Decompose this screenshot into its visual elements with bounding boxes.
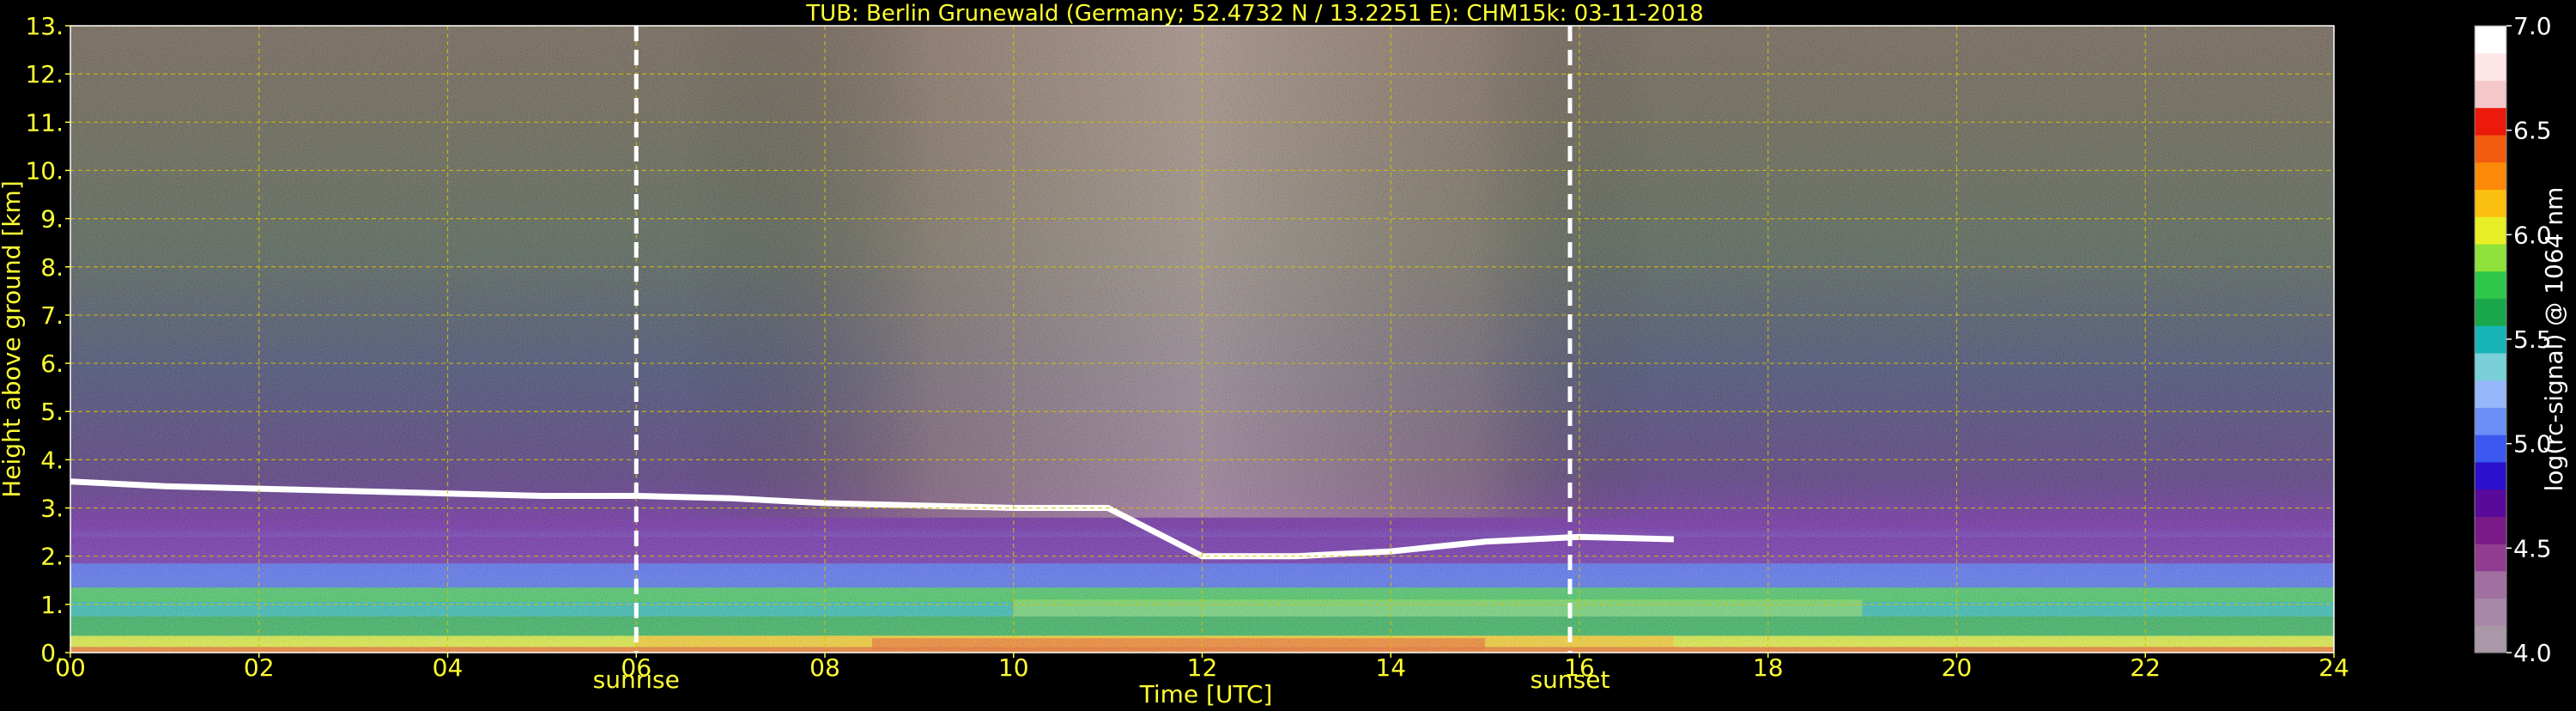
x-tick-label-10: 10	[998, 653, 1029, 682]
colorbar-segment-1	[2475, 598, 2506, 626]
chart-svg: sunrise sunset 00 02 04 06 08 10 12 14 16 18 20 22 24…	[0, 1, 2568, 708]
x-tick-label-18: 18	[1753, 653, 1784, 682]
y-tick-label-11: 11.	[25, 108, 64, 137]
colorbar-segment-8	[2475, 407, 2506, 435]
colorbar-segment-22	[2475, 26, 2506, 54]
x-tick-label-12: 12	[1187, 653, 1218, 682]
x-tick-label-14: 14	[1375, 653, 1406, 682]
colorbar-segment-5	[2475, 489, 2506, 517]
y-tick-label-3: 3.	[40, 495, 64, 523]
y-tick-label-10: 10.	[25, 156, 64, 185]
x-tick-label-20: 20	[1942, 653, 1973, 682]
colorbar-tick-label-7.0: 7.0	[2513, 12, 2552, 40]
y-tick-label-2: 2.	[40, 543, 64, 571]
y-tick-label-9: 9.	[40, 205, 64, 234]
colorbar-segment-2	[2475, 570, 2506, 599]
colorbar-segment-20	[2475, 80, 2506, 108]
chart-title: TUB: Berlin Grunewald (Germany; 52.4732 …	[805, 1, 1703, 27]
y-tick-label-13: 13.	[25, 12, 64, 40]
colorbar-segment-9	[2475, 380, 2506, 408]
x-tick-label-06: 06	[621, 653, 652, 682]
colorbar-segment-13	[2475, 270, 2506, 299]
colorbar-tick-label-6.5: 6.5	[2513, 117, 2552, 145]
y-tick-label-1: 1.	[40, 591, 64, 619]
x-tick-label-04: 04	[433, 653, 464, 682]
x-tick-label-02: 02	[244, 653, 275, 682]
y-tick-label-8: 8.	[40, 253, 64, 282]
colorbar-label: log(rc-signal) @ 1064 nm	[2540, 187, 2568, 492]
colorbar-segment-18	[2475, 134, 2506, 163]
colorbar-segment-11	[2475, 325, 2506, 354]
colorbar-segment-16	[2475, 189, 2506, 217]
colorbar-segment-19	[2475, 107, 2506, 136]
y-tick-label-0: 0.	[40, 639, 64, 667]
colorbar-tick-label-4.0: 4.0	[2513, 639, 2552, 667]
colorbar-segment-7	[2475, 434, 2506, 463]
colorbar-segment-14	[2475, 243, 2506, 272]
y-tick-label-6: 6.	[40, 349, 64, 378]
y-tick-label-12: 12.	[25, 60, 64, 88]
x-axis-label: Time [UTC]	[1139, 680, 1273, 708]
colorbar-segment-10	[2475, 352, 2506, 381]
colorbar-segment-6	[2475, 461, 2506, 490]
colorbar-segment-21	[2475, 52, 2506, 82]
y-tick-label-5: 5.	[40, 398, 64, 426]
x-tick-label-22: 22	[2130, 653, 2161, 682]
colorbar-tick-label-4.5: 4.5	[2513, 534, 2552, 562]
colorbar-segment-17	[2475, 161, 2506, 191]
colorbar-segment-4	[2475, 516, 2506, 544]
y-tick-label-4: 4.	[40, 446, 64, 474]
colorbar-segment-0	[2475, 625, 2506, 653]
x-tick-label-08: 08	[809, 653, 840, 682]
colorbar-segment-3	[2475, 544, 2506, 572]
colorbar-segment-12	[2475, 298, 2506, 326]
lidar-chart: sunrise sunset 00 02 04 06 08 10 12 14 16 18 20 22 24…	[0, 0, 2576, 708]
x-tick-label-16: 16	[1564, 653, 1595, 682]
y-tick-label-7: 7.	[40, 301, 64, 330]
x-tick-label-24: 24	[2318, 653, 2349, 682]
colorbar-segment-15	[2475, 216, 2506, 245]
y-axis-label: Height above ground [km]	[0, 180, 26, 498]
